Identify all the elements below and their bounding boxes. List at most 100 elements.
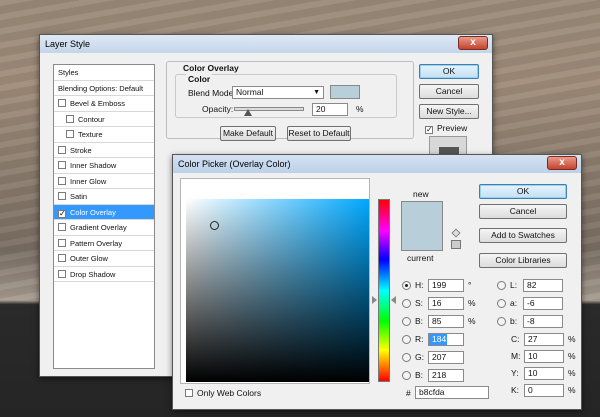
value-radio[interactable] [402,335,411,344]
value-unit: % [568,351,576,361]
color-overlay-section: Color Overlay Color Blend Mode: Normal ▼… [166,61,414,141]
opacity-slider[interactable] [234,107,304,116]
cube-icon[interactable] [451,228,461,238]
picker-cancel-button[interactable]: Cancel [479,204,567,219]
value-label: K: [511,385,520,395]
value-input[interactable]: 218 [428,369,464,382]
style-checkbox[interactable] [66,130,74,138]
styles-list-item[interactable]: Bevel & Emboss [54,96,154,112]
close-icon[interactable]: x [458,36,488,50]
saturation-brightness-field[interactable] [186,199,369,382]
style-checkbox[interactable] [66,114,74,123]
value-row: K: 0% [511,384,600,398]
hex-input[interactable]: b8cfda [415,386,489,399]
hue-slider-left-arrow[interactable] [372,296,377,305]
styles-list-item[interactable]: Satin [54,189,154,205]
style-checkbox[interactable] [58,254,66,262]
websafe-swatch[interactable] [451,240,461,249]
color-libraries-button[interactable]: Color Libraries [479,253,567,268]
value-radio[interactable] [497,317,506,326]
opacity-label: Opacity: [202,104,234,114]
preview-label: Preview [437,123,468,133]
reset-default-button[interactable]: Reset to Default [287,126,351,141]
style-item-label: Inner Glow [70,176,107,186]
value-input[interactable]: -8 [523,315,563,328]
value-row: b: -8 [497,315,587,329]
style-checkbox[interactable] [58,192,66,200]
styles-list-item[interactable]: Blending Options: Default [54,81,154,96]
value-radio[interactable] [497,281,506,290]
close-icon[interactable]: x [547,156,577,170]
value-row: H: 199 ° [402,279,492,293]
style-item-label: Bevel & Emboss [70,99,126,108]
value-input[interactable]: 199 [428,279,464,292]
value-unit: ° [468,280,472,290]
styles-list-item[interactable]: ✓ Color Overlay [54,204,154,220]
ok-button[interactable]: OK [419,64,479,79]
value-input[interactable]: 0 [524,384,564,397]
value-radio[interactable] [402,281,411,290]
value-unit: % [568,334,576,344]
value-label: C: [511,334,520,344]
current-color-swatch[interactable] [401,227,443,251]
style-checkbox[interactable] [58,145,66,154]
value-row: L: 82 [497,279,587,293]
value-radio[interactable] [402,317,411,326]
value-input[interactable]: 82 [523,279,563,292]
blend-mode-select[interactable]: Normal ▼ [232,86,324,99]
layer-style-title: Layer Style [45,39,91,49]
only-web-colors-checkbox[interactable] [185,389,193,397]
preview-checkbox-row[interactable]: ✓ Preview [425,123,467,134]
styles-list-item[interactable]: Outer Glow [54,251,154,267]
hue-slider-right-arrow[interactable] [391,296,396,305]
value-label: G: [415,352,424,362]
value-input[interactable]: 184 [428,333,464,346]
styles-list-item[interactable]: Inner Glow [54,174,154,189]
color-picker-titlebar: Color Picker (Overlay Color) x [173,155,581,173]
style-checkbox[interactable] [58,223,66,231]
value-input[interactable]: 207 [428,351,464,364]
styles-list-item[interactable]: Texture [54,127,154,143]
styles-list-item[interactable]: Drop Shadow [54,267,154,282]
styles-list-item[interactable]: Gradient Overlay [54,220,154,236]
value-input[interactable]: 10 [524,350,564,363]
value-input[interactable]: 16 [428,297,464,310]
styles-list-item[interactable]: Inner Shadow [54,158,154,174]
styles-list-item[interactable]: Contour [54,112,154,127]
preview-checkbox[interactable]: ✓ [425,126,433,134]
style-checkbox[interactable] [58,238,66,247]
value-radio[interactable] [402,353,411,362]
style-checkbox[interactable] [58,99,66,107]
overlay-color-swatch[interactable] [330,85,360,99]
color-picker-window: Color Picker (Overlay Color) x new curre… [172,154,582,410]
opacity-slider-thumb[interactable] [244,109,253,116]
value-radio[interactable] [402,371,411,380]
styles-list-item[interactable]: Stroke [54,143,154,158]
add-to-swatches-button[interactable]: Add to Swatches [479,228,567,243]
value-radio[interactable] [402,299,411,308]
styles-list-item[interactable]: Styles [54,65,154,81]
value-input[interactable]: 10 [524,367,564,380]
opacity-input[interactable]: 20 [312,103,348,116]
hue-slider[interactable] [378,199,390,382]
style-checkbox[interactable] [58,176,66,185]
new-style-button[interactable]: New Style... [419,104,479,119]
style-item-label: Satin [70,192,88,201]
style-item-label: Pattern Overlay [70,238,123,248]
picker-ok-button[interactable]: OK [479,184,567,199]
only-web-colors-label: Only Web Colors [197,388,262,398]
style-checkbox[interactable] [58,161,66,169]
style-checkbox[interactable]: ✓ [58,209,66,218]
value-input[interactable]: -6 [523,297,563,310]
styles-list-item[interactable]: Pattern Overlay [54,236,154,251]
value-input[interactable]: 85 [428,315,464,328]
make-default-button[interactable]: Make Default [220,126,276,141]
style-checkbox[interactable] [58,269,66,278]
value-label: H: [415,280,424,290]
value-row: a: -6 [497,297,587,311]
only-web-colors-row[interactable]: Only Web Colors [185,388,261,398]
value-input[interactable]: 27 [524,333,564,346]
value-label: Y: [511,368,519,378]
cancel-button[interactable]: Cancel [419,84,479,99]
value-radio[interactable] [497,299,506,308]
